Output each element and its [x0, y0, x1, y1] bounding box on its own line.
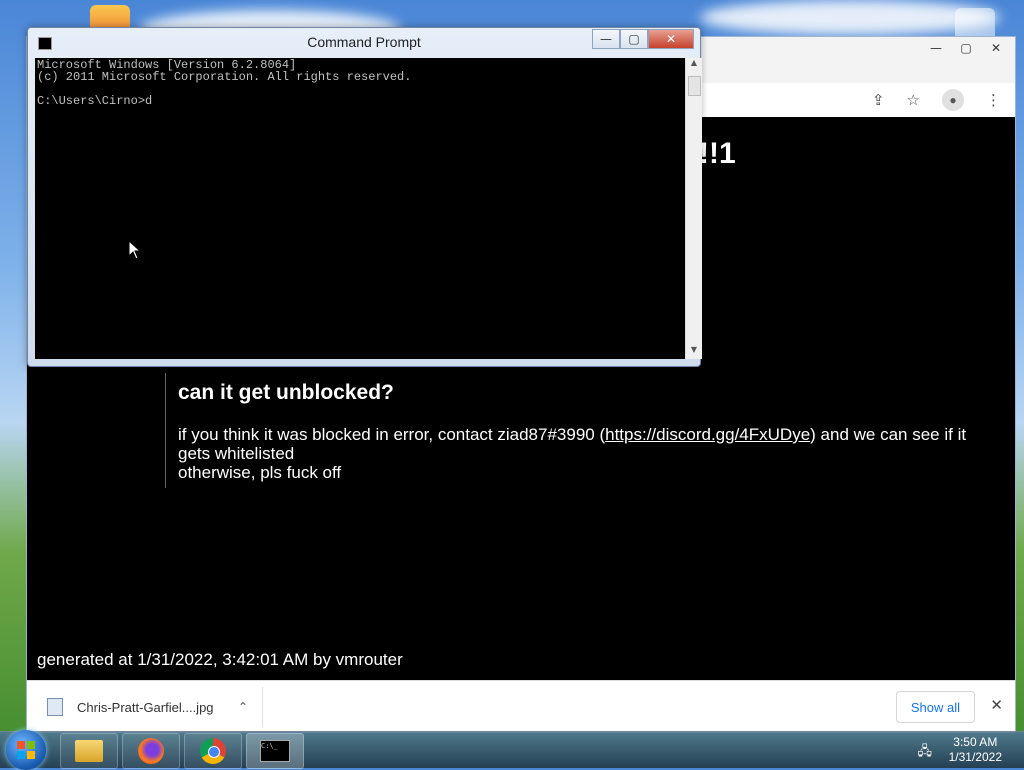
maximize-button[interactable]: ▢: [953, 39, 979, 57]
scroll-thumb[interactable]: [688, 76, 701, 96]
explorer-icon: [75, 740, 103, 762]
browser-window-controls: — ▢ ✕: [923, 39, 1009, 57]
section-paragraph: if you think it was blocked in error, co…: [178, 425, 998, 482]
tray-clock[interactable]: 3:50 AM 1/31/2022: [949, 735, 1002, 765]
network-icon[interactable]: 🖧: [918, 742, 933, 764]
windows-logo-icon: [17, 741, 35, 759]
clock-date: 1/31/2022: [948, 750, 1002, 764]
star-icon[interactable]: ☆: [907, 91, 920, 109]
firefox-icon: [138, 738, 164, 764]
taskbar-explorer[interactable]: [60, 733, 118, 769]
cmd-window-controls: — ▢ ✕: [592, 29, 694, 49]
generated-footer: generated at 1/31/2022, 3:42:01 AM by vm…: [37, 650, 403, 669]
share-icon[interactable]: ⇪: [872, 91, 885, 109]
unblock-section: can it get unblocked? if you think it wa…: [165, 373, 998, 488]
scroll-up-icon[interactable]: ▲: [686, 58, 702, 72]
page-heading: !!1: [699, 137, 736, 170]
start-button[interactable]: [6, 730, 46, 770]
clock-time: 3:50 AM: [953, 735, 998, 749]
taskbar-chrome[interactable]: [184, 733, 242, 769]
vertical-scrollbar[interactable]: ▲ ▼: [685, 58, 702, 359]
close-button[interactable]: ✕: [648, 29, 694, 49]
close-button[interactable]: ✕: [983, 39, 1009, 57]
profile-icon[interactable]: ●: [942, 89, 964, 111]
console-line: C:\Users\Cirno>d: [37, 94, 153, 108]
cmd-icon: C:\_: [260, 740, 290, 762]
text: if you think it was blocked in error, co…: [178, 425, 606, 444]
console-area[interactable]: Microsoft Windows [Version 6.2.8064] (c)…: [35, 58, 702, 359]
download-file-name: Chris-Pratt-Garfiel....jpg: [77, 699, 214, 715]
taskbar-cmd[interactable]: C:\_: [246, 733, 304, 769]
show-all-button[interactable]: Show all: [895, 691, 975, 723]
taskbar: C:\_ 🖧 3:50 AM 1/31/2022: [0, 730, 1024, 770]
mouse-cursor-icon: [128, 240, 142, 260]
minimize-button[interactable]: —: [923, 39, 949, 57]
chrome-icon: [200, 738, 226, 764]
image-file-icon: [47, 698, 63, 716]
section-title: can it get unblocked?: [178, 381, 394, 404]
scroll-down-icon[interactable]: ▼: [686, 345, 702, 359]
text: otherwise, pls fuck off: [178, 463, 342, 482]
chevron-up-icon[interactable]: ⌃: [238, 700, 248, 714]
discord-link[interactable]: https://discord.gg/4FxUDye: [605, 425, 810, 444]
download-item[interactable]: Chris-Pratt-Garfiel....jpg ⌃: [47, 687, 263, 727]
console-output: Microsoft Windows [Version 6.2.8064] (c)…: [37, 59, 411, 107]
download-shelf: Chris-Pratt-Garfiel....jpg ⌃ Show all ✕: [27, 680, 1015, 733]
command-prompt-window[interactable]: Command Prompt — ▢ ✕ Microsoft Windows […: [27, 27, 702, 367]
menu-icon[interactable]: ⋮: [986, 91, 1001, 109]
close-icon[interactable]: ✕: [990, 696, 1003, 714]
console-line: (c) 2011 Microsoft Corporation. All righ…: [37, 70, 412, 84]
minimize-button[interactable]: —: [592, 29, 620, 49]
maximize-button[interactable]: ▢: [620, 29, 648, 49]
taskbar-firefox[interactable]: [122, 733, 180, 769]
